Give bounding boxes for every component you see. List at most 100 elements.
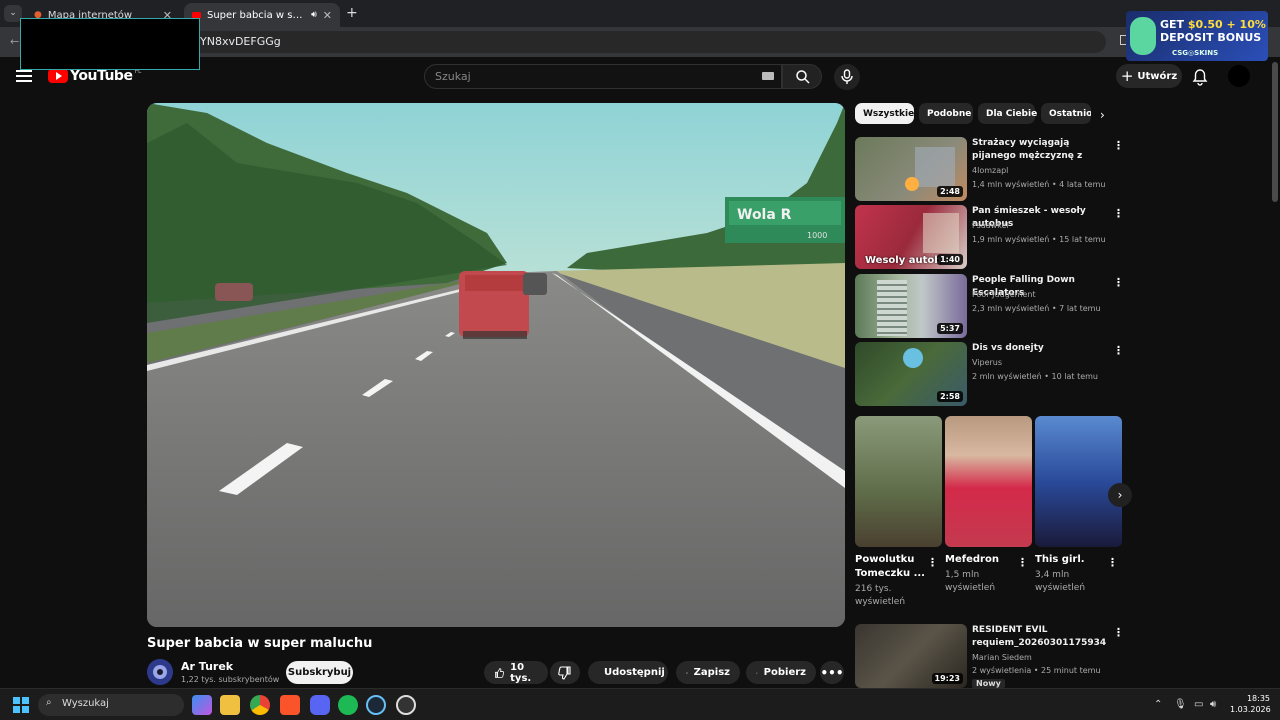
rec-meta: 1,4 mln wyświetleń • 4 lata temu <box>972 180 1106 189</box>
create-button[interactable]: + Utwórz <box>1116 64 1182 88</box>
menu-icon[interactable] <box>16 70 32 82</box>
file-explorer-icon[interactable] <box>220 695 240 715</box>
rec-meta: 2,3 mln wyświetleń • 7 lat temu <box>972 304 1101 313</box>
rec-title[interactable]: Dis vs donejty <box>972 342 1107 355</box>
channel-avatar[interactable] <box>147 659 173 685</box>
video-frame: Wola R 1000 <box>147 103 845 627</box>
redacted-overlay <box>20 18 200 70</box>
display-tray-icon[interactable]: ▭ <box>1194 699 1203 710</box>
short-title[interactable]: This girl. <box>1035 553 1105 567</box>
more-vertical-icon[interactable]: ⋮ <box>1113 626 1124 639</box>
rec-thumbnail[interactable]: 5:37 <box>855 274 967 338</box>
rec-thumbnail[interactable]: 19:23 <box>855 624 967 688</box>
rec-thumbnail[interactable]: Wesoly autobus 1:40 <box>855 205 967 269</box>
search-input[interactable]: Szukaj <box>424 64 782 89</box>
chrome-icon[interactable] <box>250 695 270 715</box>
taskbar-clock[interactable]: 18:35 1.03.2026 <box>1230 693 1271 715</box>
rec-thumbnail[interactable]: 2:48 <box>855 137 967 201</box>
copilot-icon[interactable] <box>192 695 212 715</box>
more-vertical-icon[interactable]: ⋮ <box>1113 344 1124 357</box>
more-vertical-icon[interactable]: ⋮ <box>1107 556 1118 569</box>
download-icon <box>756 671 758 674</box>
voice-search-button[interactable] <box>834 64 860 90</box>
chip-recent[interactable]: Ostatnio <box>1041 103 1091 124</box>
rec-duration: 2:48 <box>937 186 963 197</box>
rec-meta: 2 wyświetlenia • 25 minut temu <box>972 666 1101 675</box>
rec-meta: 1,9 mln wyświetleń • 15 lat temu <box>972 235 1106 244</box>
windows-start-icon[interactable] <box>13 697 29 713</box>
volume-tray-icon[interactable]: 🔊︎ <box>1210 699 1216 710</box>
share-button[interactable]: Udostępnij <box>588 661 668 684</box>
short-item[interactable]: Powolutku Tomeczku ... 216 tys. wyświetl… <box>855 416 942 609</box>
brave-icon[interactable] <box>280 695 300 715</box>
account-avatar[interactable] <box>1228 65 1250 87</box>
like-count: 10 tys. <box>510 661 532 684</box>
rec-title[interactable]: RESIDENT EVIL requiem_20260301175934 <box>972 624 1107 650</box>
rec-duration: 2:58 <box>937 391 963 402</box>
clock-date: 1.03.2026 <box>1230 705 1271 714</box>
channel-name[interactable]: Ar Turek <box>181 660 233 673</box>
address-bar[interactable]: YN8xvDEFGGg <box>176 31 1106 53</box>
short-thumbnail[interactable] <box>1035 416 1122 547</box>
speaker-icon[interactable]: 🔊︎ <box>311 10 317 20</box>
search-button[interactable] <box>782 64 822 89</box>
chip-related[interactable]: Podobne <box>919 103 973 124</box>
search-placeholder: Szukaj <box>435 70 471 83</box>
rec-channel[interactable]: Marian Siedem <box>972 653 1032 662</box>
more-vertical-icon[interactable]: ⋮ <box>1113 207 1124 220</box>
more-vertical-icon[interactable]: ⋮ <box>927 556 938 569</box>
short-item[interactable]: Mefedron 1,5 mln wyświetleń ⋮ <box>945 416 1032 595</box>
more-vertical-icon[interactable]: ⋮ <box>1113 139 1124 152</box>
like-button[interactable]: 10 tys. <box>484 661 548 684</box>
obs-icon[interactable] <box>396 695 416 715</box>
chevron-up-icon[interactable]: ⌃ <box>1154 699 1162 710</box>
more-vertical-icon[interactable]: ⋮ <box>1113 276 1124 289</box>
video-player[interactable]: Wola R 1000 <box>147 103 845 627</box>
channel-avatar-image <box>147 659 173 685</box>
rec-title[interactable]: Strażacy wyciągają pijanego mężczyznę z … <box>972 137 1107 163</box>
logo-text: YouTube <box>70 68 133 84</box>
rec-channel[interactable]: Viperus <box>972 358 1002 367</box>
more-actions-button[interactable]: ••• <box>820 661 844 684</box>
rec-item[interactable]: Wesoly autobus 1:40 Pan śmieszek - wesoł… <box>855 205 1125 269</box>
rec-channel[interactable]: Psaawkel <box>972 221 1009 230</box>
microphone-tray-icon[interactable]: 🎙︎ <box>1174 699 1187 710</box>
rec-item[interactable]: 5:37 People Falling Down Escalators Poor… <box>855 274 1125 338</box>
chip-for-you[interactable]: Dla Ciebie <box>978 103 1037 124</box>
dislike-button[interactable] <box>550 661 580 684</box>
rec-item[interactable]: 19:23 RESIDENT EVIL requiem_202603011759… <box>855 624 1125 688</box>
taskbar-search-placeholder: Wyszukaj <box>62 698 109 709</box>
short-thumbnail[interactable] <box>855 416 942 547</box>
ad-banner[interactable]: GET $0.50 + 10% DEPOSIT BONUS CSG◎SKINS <box>1126 11 1268 61</box>
short-views: 1,5 mln wyświetleń <box>945 570 996 593</box>
short-thumbnail[interactable] <box>945 416 1032 547</box>
rec-channel[interactable]: 4lomzapl <box>972 166 1008 175</box>
taskbar-search-input[interactable]: ⌕ Wyszukaj <box>38 694 184 716</box>
rec-channel[interactable]: Poor Judgement <box>972 290 1036 299</box>
chevron-right-icon[interactable]: › <box>1100 108 1105 122</box>
download-button[interactable]: Pobierz <box>746 661 816 684</box>
rec-thumbnail[interactable]: 2:58 <box>855 342 967 406</box>
back-arrow-icon[interactable]: ← <box>10 35 19 48</box>
chip-all[interactable]: Wszystkie <box>855 103 914 124</box>
rec-item[interactable]: 2:58 Dis vs donejty Viperus 2 mln wyświe… <box>855 342 1125 406</box>
browser-tab-youtube[interactable]: Super babcia w super maluchu 🔊︎ ✕ <box>184 3 340 27</box>
short-title[interactable]: Powolutku Tomeczku ... <box>855 553 925 581</box>
shorts-next-button[interactable]: › <box>1108 483 1132 507</box>
short-title[interactable]: Mefedron <box>945 553 1015 567</box>
new-tab-button[interactable]: + <box>346 5 358 21</box>
page-scrollbar[interactable] <box>1272 62 1278 202</box>
steam-icon[interactable] <box>366 695 386 715</box>
subscribe-button[interactable]: Subskrybuj <box>286 661 353 684</box>
close-tab-icon[interactable]: ✕ <box>323 9 332 22</box>
spotify-icon[interactable] <box>338 695 358 715</box>
keyboard-icon[interactable] <box>762 72 774 80</box>
discord-icon[interactable] <box>310 695 330 715</box>
short-item[interactable]: This girl. 3,4 mln wyświetleń ⋮ <box>1035 416 1122 595</box>
save-button[interactable]: Zapisz <box>676 661 740 684</box>
youtube-logo[interactable]: YouTube PL <box>48 68 141 84</box>
microphone-icon <box>841 69 853 84</box>
rec-item[interactable]: 2:48 Strażacy wyciągają pijanego mężczyz… <box>855 137 1125 201</box>
more-vertical-icon[interactable]: ⋮ <box>1017 556 1028 569</box>
bell-icon[interactable] <box>1192 68 1208 86</box>
